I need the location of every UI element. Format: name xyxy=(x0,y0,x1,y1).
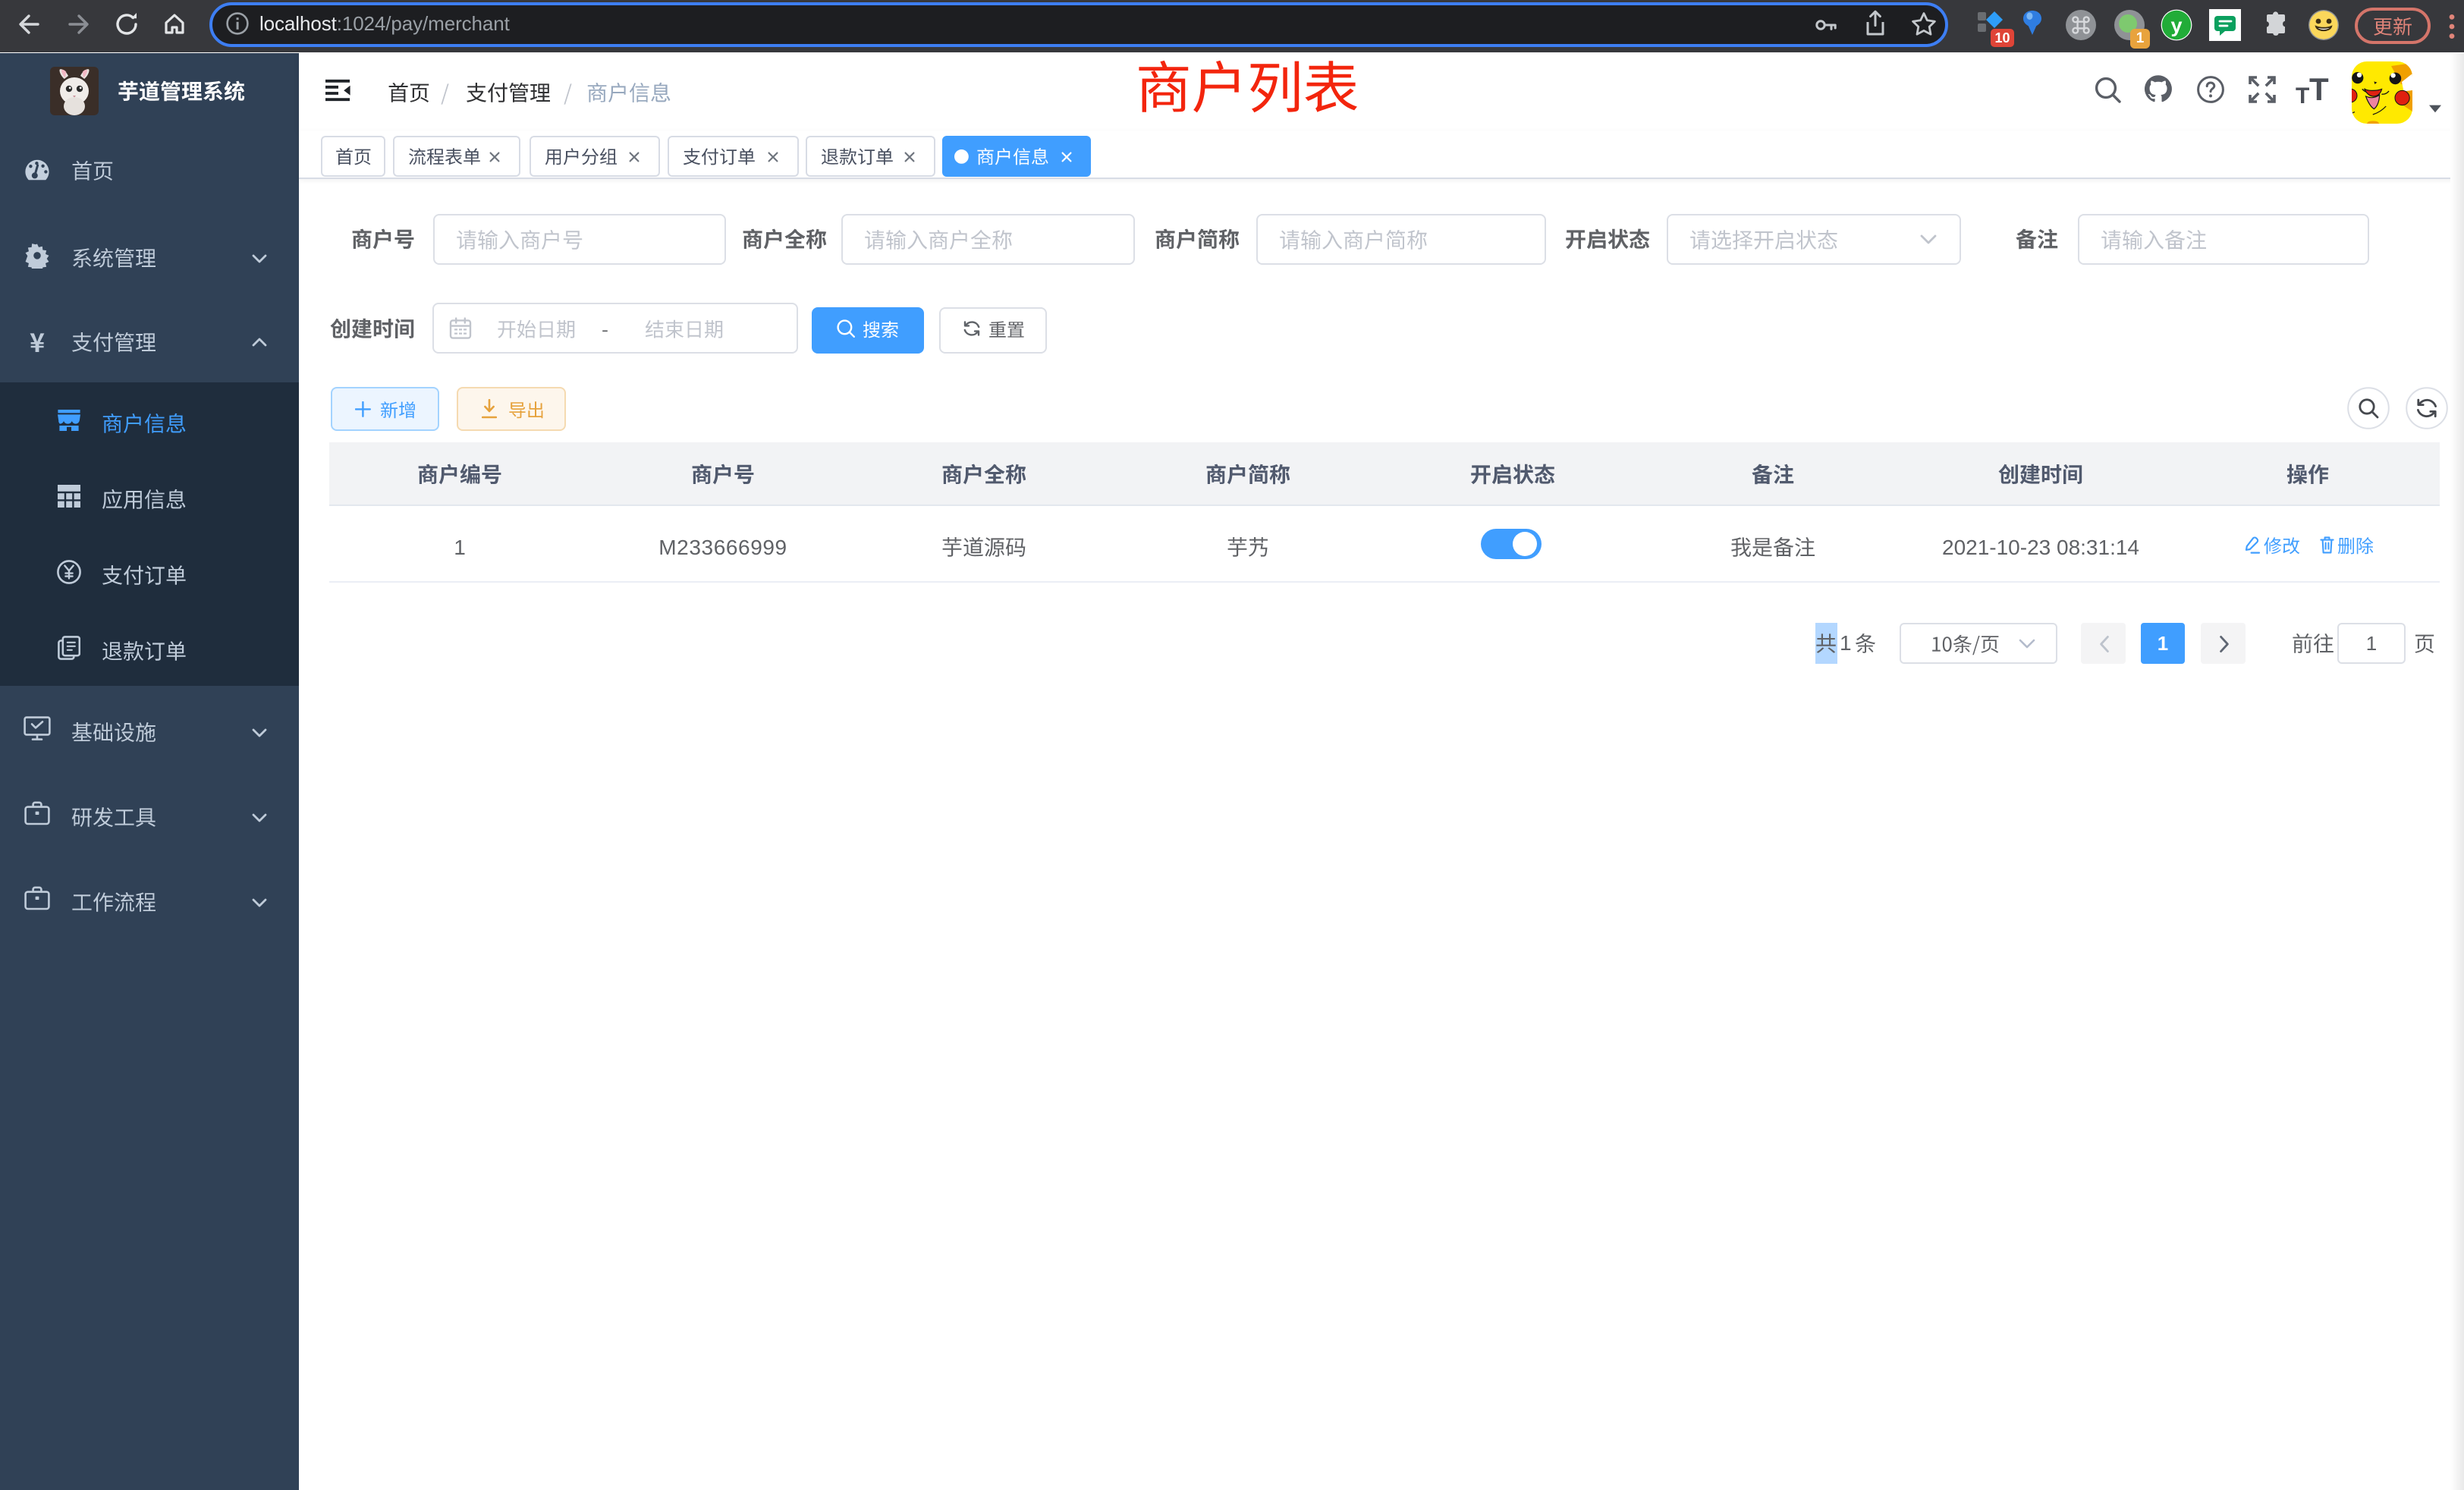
svg-text:y: y xyxy=(2170,14,2182,36)
